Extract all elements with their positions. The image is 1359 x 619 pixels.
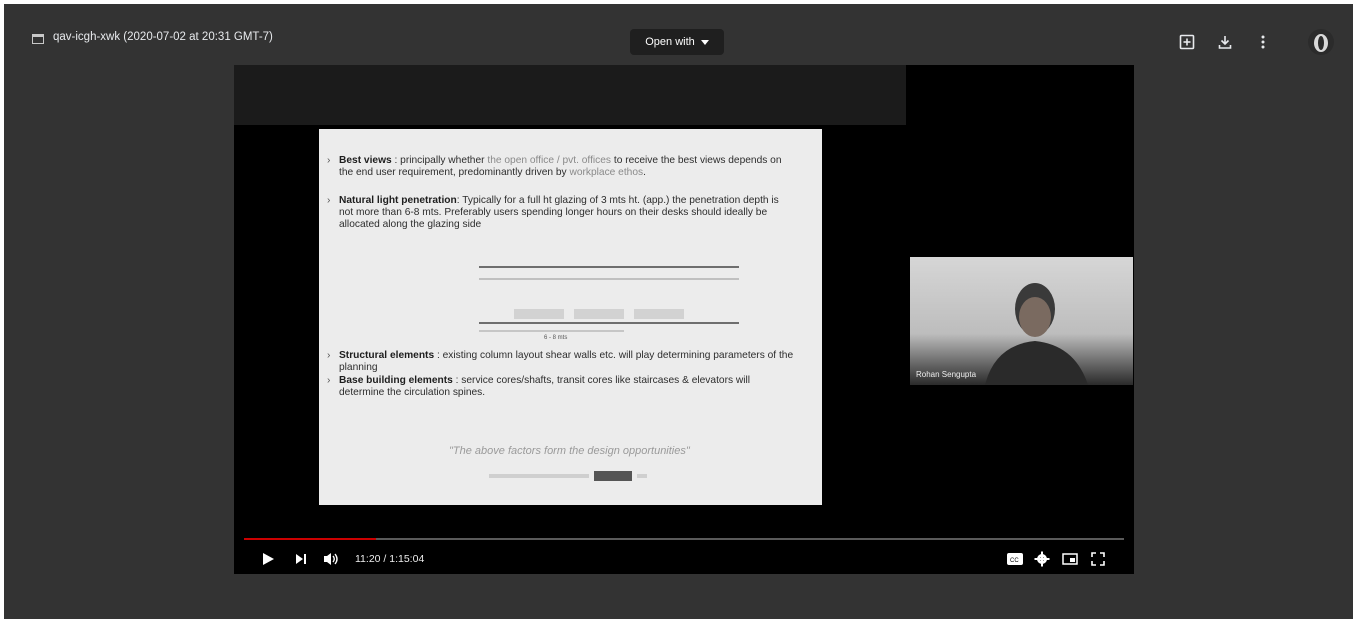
open-with-button[interactable]: Open with [630,29,724,55]
slide-toolbar-strip [489,471,647,481]
volume-icon [324,553,338,565]
file-icon [32,34,44,44]
slide-bullet-structural: Structural elements : existing column la… [327,350,794,374]
volume-button[interactable] [321,549,341,569]
bullet-highlight: the open office / pvt. offices [487,155,612,166]
play-icon [263,553,274,565]
bullet-heading: Best views [339,155,392,166]
gear-icon [1034,551,1050,567]
file-title: qav-icgh-xwk (2020-07-02 at 20:31 GMT-7) [53,31,273,43]
more-options-button[interactable] [1249,28,1277,56]
slide-bullet-natural-light: Natural light penetration: Typically for… [327,195,794,231]
miniplayer-button[interactable] [1060,549,1080,569]
fullscreen-icon [1091,552,1105,566]
slide-bullet-best-views: Best views : principally whether the ope… [327,155,794,179]
participant-name: Rohan Sengupta [916,370,977,379]
participant-webcam: Rohan Sengupta [910,257,1133,385]
next-button[interactable] [291,549,311,569]
chevron-down-icon [700,39,709,45]
captions-icon: CC [1007,553,1023,565]
add-to-drive-button[interactable] [1173,28,1201,56]
time-display: 11:20 / 1:15:04 [355,553,425,565]
bullet-text: : principally whether [391,155,488,166]
add-to-drive-icon [1179,34,1195,50]
slide-quote: "The above factors form the design oppor… [449,445,690,457]
more-vert-icon [1261,35,1265,49]
download-icon [1218,36,1232,49]
skip-next-icon [296,554,306,564]
avatar[interactable] [1308,29,1334,55]
avatar-image [1314,34,1328,52]
progress-bar[interactable] [244,538,1124,540]
presentation-slide: Best views : principally whether the ope… [319,129,822,505]
diagram-label: 6 - 8 mts [544,335,567,341]
bullet-heading: Base building elements [339,375,453,386]
section-diagram: 6 - 8 mts [479,266,739,341]
drive-video-viewer: qav-icgh-xwk (2020-07-02 at 20:31 GMT-7)… [4,4,1353,619]
slide-bullet-base-building: Base building elements : service cores/s… [327,375,794,399]
fullscreen-button[interactable] [1088,549,1108,569]
bullet-heading: Structural elements [339,350,435,361]
video-player[interactable]: Best views : principally whether the ope… [234,65,1134,574]
svg-text:CC: CC [1010,558,1019,564]
bullet-highlight: workplace ethos [569,167,644,178]
player-controls: 11:20 / 1:15:04 CC [234,543,1134,573]
bullet-heading: Natural light penetration [339,195,457,206]
video-frame-band [234,65,906,125]
bullet-text: . [643,167,646,178]
captions-button[interactable]: CC [1005,549,1025,569]
miniplayer-icon [1062,553,1078,565]
participant-image [985,283,1088,385]
download-button[interactable] [1211,28,1239,56]
play-button[interactable] [258,549,278,569]
settings-button[interactable] [1032,549,1052,569]
top-bar: qav-icgh-xwk (2020-07-02 at 20:31 GMT-7)… [4,12,1353,56]
progress-played [244,538,376,540]
open-with-label: Open with [645,36,695,48]
